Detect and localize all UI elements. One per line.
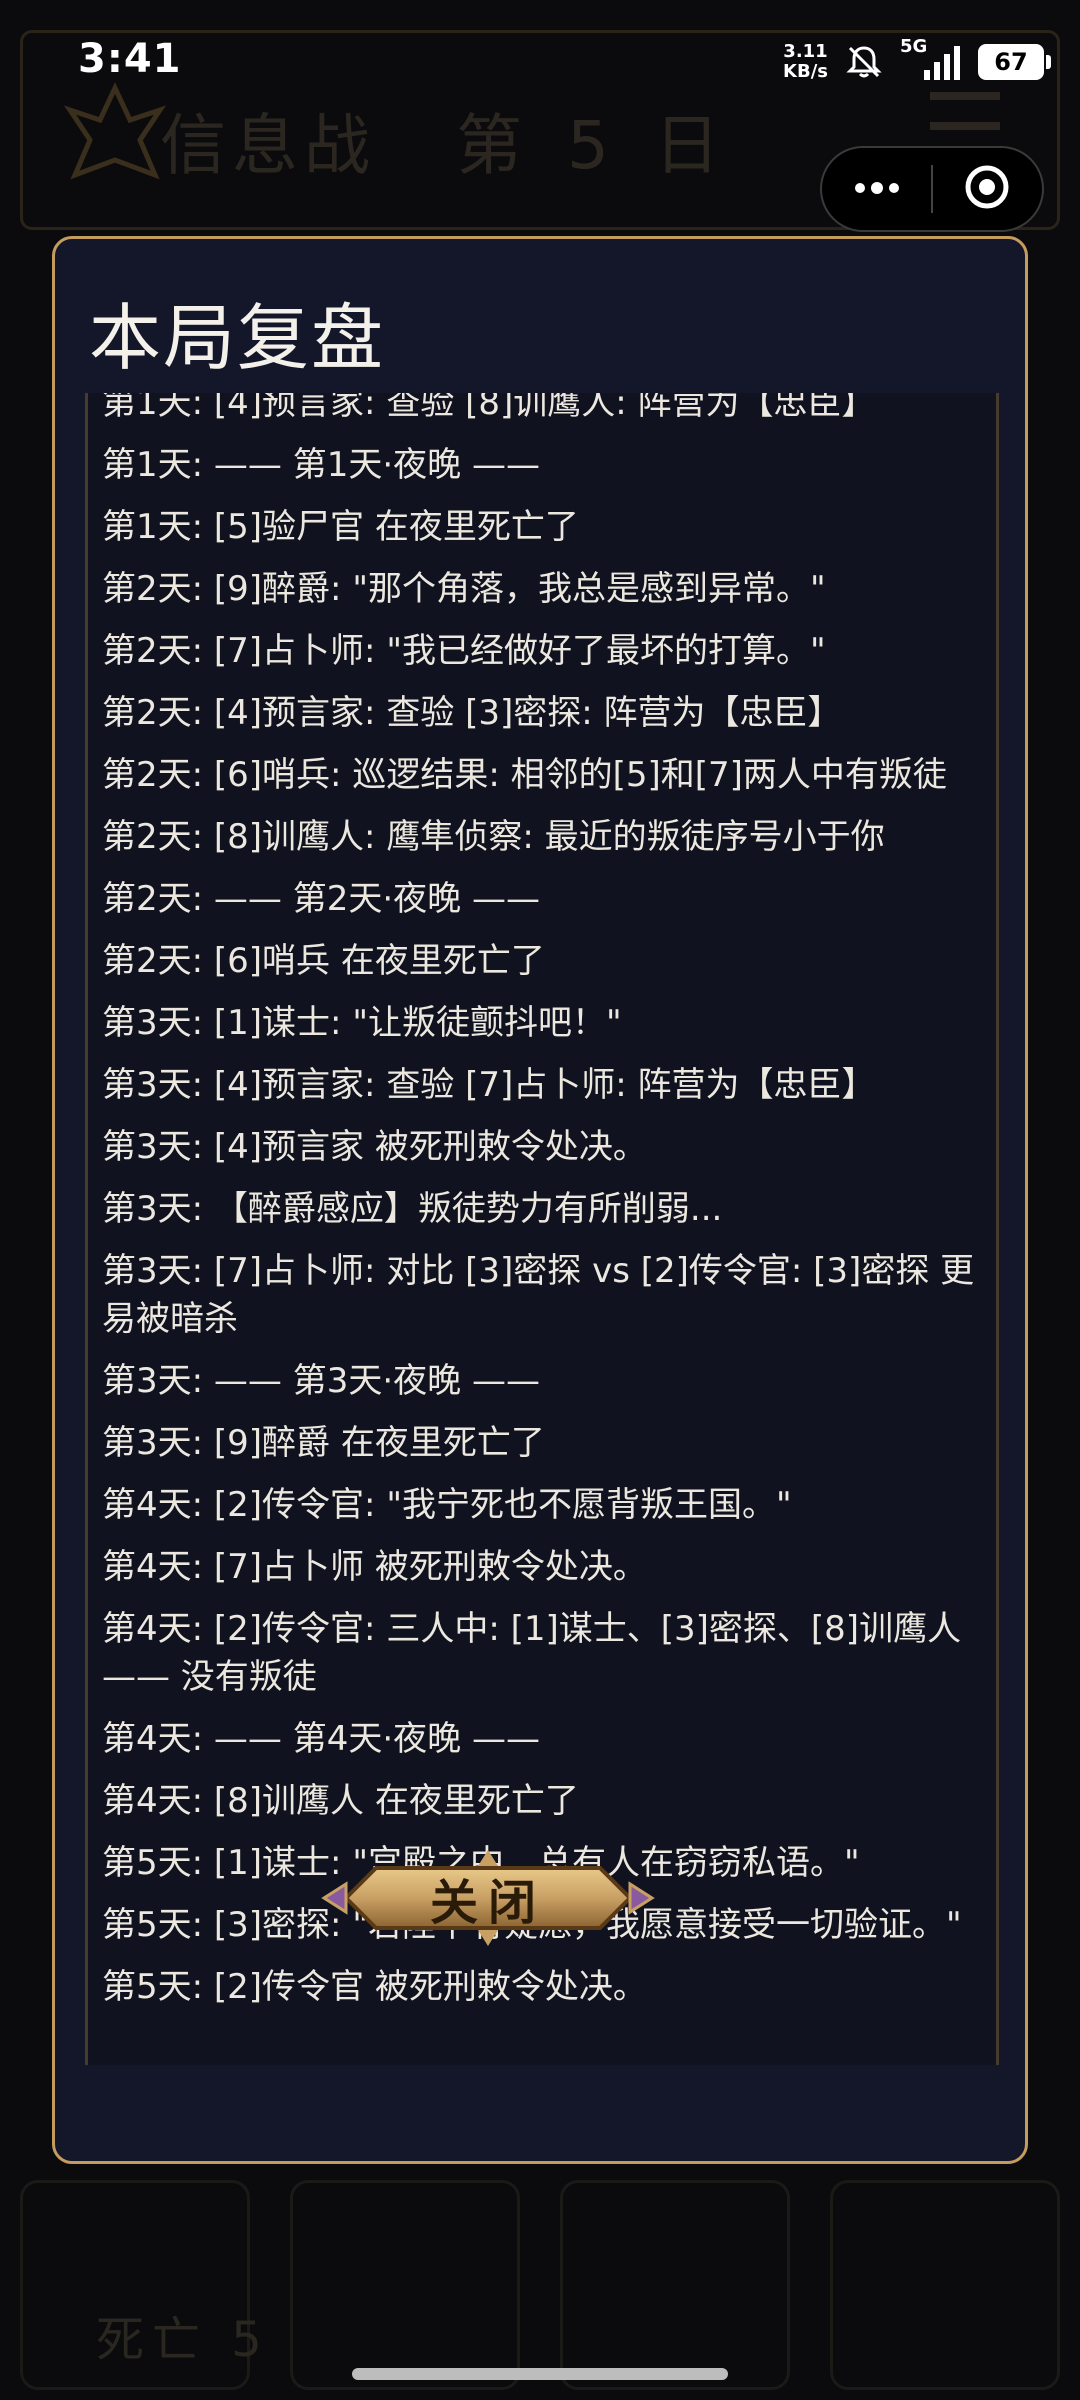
more-dots-icon <box>852 180 902 199</box>
log-entry: 第3天: [1]谋士: "让叛徒颤抖吧！" <box>102 1003 622 1043</box>
network-type: 5G <box>900 36 928 57</box>
close-button-label: 关闭 <box>429 1875 546 1931</box>
signal-bars-icon: 5G <box>900 36 964 84</box>
log-entry: 第4天: [2]传令官: "我宁死也不愿背叛王国。" <box>102 1485 792 1525</box>
log-entry: 第5天: [2]传令官 被死刑敕令处决。 <box>102 1967 647 2007</box>
log-entry: 第4天: [8]训鹰人 在夜里死亡了 <box>102 1781 579 1821</box>
log-entry: 第1天: [4]预言家: 查验 [8]训鹰人: 阵营为【忠臣】 <box>102 393 876 423</box>
background-card <box>560 2180 790 2390</box>
log-entry: 第2天: [4]预言家: 查验 [3]密探: 阵营为【忠臣】 <box>102 693 842 733</box>
mini-program-capsule <box>820 146 1044 232</box>
target-circle-icon <box>964 164 1010 214</box>
more-options-button[interactable] <box>822 146 931 232</box>
log-entry: 第4天: [7]占卜师 被死刑敕令处决。 <box>102 1547 647 1587</box>
background-dead-count: 死亡 5 <box>96 2312 270 2368</box>
mute-bell-icon <box>842 40 886 84</box>
log-entry: 第2天: [7]占卜师: "我已经做好了最坏的打算。" <box>102 631 826 671</box>
log-entry: 第3天: [4]预言家 被死刑敕令处决。 <box>102 1127 647 1167</box>
log-entry: 第3天: [7]占卜师: 对比 [3]密探 vs [2]传令官: [3]密探 更… <box>102 1251 975 1339</box>
log-entry: 第3天: —— 第3天·夜晚 —— <box>102 1361 540 1401</box>
modal-title: 本局复盘 <box>89 296 386 380</box>
log-entry: 第2天: [6]哨兵 在夜里死亡了 <box>102 941 545 981</box>
log-entry: 第1天: —— 第1天·夜晚 —— <box>102 445 540 485</box>
log-entry: 第3天: 【醉爵感应】叛徒势力有所削弱... <box>102 1189 723 1229</box>
log-entry: 第2天: —— 第2天·夜晚 —— <box>102 879 540 919</box>
status-bar: 3:41 3.11 KB/s 5G 67 <box>0 0 1080 120</box>
log-entry: 第3天: [4]预言家: 查验 [7]占卜师: 阵营为【忠臣】 <box>102 1065 876 1105</box>
network-speed-value: 3.11 <box>783 41 828 62</box>
network-speed-unit: KB/s <box>783 61 828 82</box>
log-entry: 第4天: [2]传令官: 三人中: [1]谋士、[3]密探、[8]训鹰人 —— … <box>102 1609 962 1697</box>
log-entry: 第4天: —— 第4天·夜晚 —— <box>102 1719 540 1759</box>
close-button[interactable]: 关闭 <box>316 1846 660 1950</box>
status-time: 3:41 <box>78 36 182 82</box>
log-entry: 第2天: [9]醉爵: "那个角落，我总是感到异常。" <box>102 569 826 609</box>
network-speed: 3.11 KB/s <box>783 42 828 82</box>
status-indicators: 3.11 KB/s 5G 67 <box>783 34 1051 90</box>
log-entry: 第2天: [8]训鹰人: 鹰隼侦察: 最近的叛徒序号小于你 <box>102 817 885 857</box>
exit-mini-program-button[interactable] <box>933 146 1042 232</box>
log-entry: 第2天: [6]哨兵: 巡逻结果: 相邻的[5]和[7]两人中有叛徒 <box>102 755 947 795</box>
home-indicator[interactable] <box>352 2368 728 2380</box>
log-entry: 第1天: [5]验尸官 在夜里死亡了 <box>102 507 579 547</box>
log-entry: 第3天: [9]醉爵 在夜里死亡了 <box>102 1423 545 1463</box>
game-log-scroll-area[interactable]: 第1天: [4]预言家: 查验 [8]训鹰人: 阵营为【忠臣】第1天: —— 第… <box>85 393 999 2065</box>
background-card <box>830 2180 1060 2390</box>
battery-indicator: 67 <box>978 44 1051 80</box>
game-log-list: 第1天: [4]预言家: 查验 [8]训鹰人: 阵营为【忠臣】第1天: —— 第… <box>102 393 982 2025</box>
background-card <box>290 2180 520 2390</box>
